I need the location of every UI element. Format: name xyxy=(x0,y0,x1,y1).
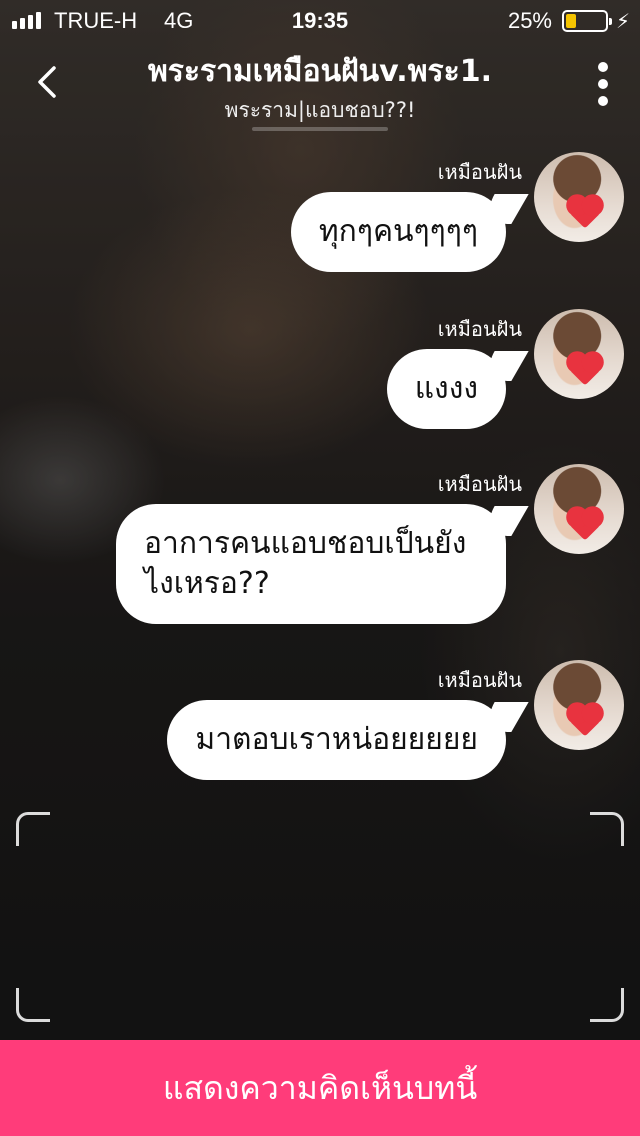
story-title: พระรามเหมือนฝันv.พระ1. xyxy=(148,54,492,89)
frame-corner-top-right xyxy=(590,812,624,846)
comment-chapter-button[interactable]: แสดงความคิดเห็นบทนี้ xyxy=(0,1040,640,1136)
subtitle-underline xyxy=(252,127,388,131)
message-bubble: ทุกๆคนๆๆๆๆ xyxy=(290,192,506,272)
battery-level-fill xyxy=(566,14,576,28)
message-bubble: แงงง xyxy=(386,349,506,429)
status-bar: TRUE-H 4G 19:35 25% ⚡︎ xyxy=(0,0,640,40)
frame-corner-bottom-left xyxy=(16,988,50,1022)
frame-corner-top-left xyxy=(16,812,50,846)
battery-percent: 25% xyxy=(507,8,552,33)
charging-bolt-icon: ⚡︎ xyxy=(615,11,630,33)
avatar[interactable] xyxy=(534,152,624,242)
message-bubble: อาการคนแอบชอบเป็นยังไงเหรอ?? xyxy=(116,504,506,624)
vertical-dots-icon xyxy=(598,62,608,72)
message-sender: เหมือนฝัน xyxy=(437,317,522,341)
avatar[interactable] xyxy=(534,660,624,750)
frame-corner-bottom-right xyxy=(590,988,624,1022)
message-sender: เหมือนฝัน xyxy=(437,668,522,692)
more-options-button[interactable] xyxy=(596,62,610,106)
message-bubble: มาตอบเราหน่อยยยยย xyxy=(167,700,506,780)
message-sender: เหมือนฝัน xyxy=(437,160,522,184)
back-button[interactable] xyxy=(30,62,70,102)
battery-icon xyxy=(562,10,612,32)
avatar[interactable] xyxy=(534,464,624,554)
message-sender: เหมือนฝัน xyxy=(437,472,522,496)
chapter-subtitle[interactable]: พระราม|แอบชอบ??! xyxy=(110,94,530,127)
avatar[interactable] xyxy=(534,309,624,399)
chevron-left-icon xyxy=(38,66,56,98)
